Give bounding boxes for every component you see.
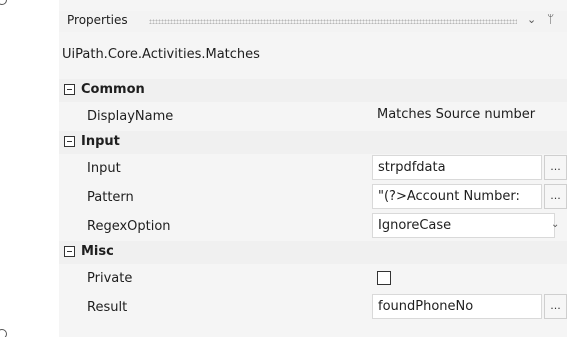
category-misc[interactable]: Misc xyxy=(59,241,567,264)
collapse-icon[interactable] xyxy=(64,246,75,257)
category-input[interactable]: Input xyxy=(59,131,567,154)
corner-handle-top xyxy=(0,0,7,5)
property-row-private: Private xyxy=(59,264,567,293)
pin-icon[interactable]: ᛘ xyxy=(547,12,554,26)
property-label: Input xyxy=(87,161,121,176)
category-name: Input xyxy=(81,134,120,149)
property-label: Pattern xyxy=(87,190,134,205)
category-name: Misc xyxy=(81,244,114,259)
property-label: RegexOption xyxy=(87,219,171,234)
property-row-result: Result foundPhoneNo ... xyxy=(59,293,567,322)
input-field[interactable]: strpdfdata xyxy=(372,155,542,180)
panel-titlebar[interactable]: Properties ⌄ ᛘ xyxy=(59,11,567,32)
properties-panel: Properties ⌄ ᛘ UiPath.Core.Activities.Ma… xyxy=(59,0,567,337)
input-expression-button[interactable]: ... xyxy=(544,155,567,180)
pattern-field[interactable]: "(?>Account Number: xyxy=(372,184,542,209)
properties-window: Properties ⌄ ᛘ UiPath.Core.Activities.Ma… xyxy=(0,0,567,337)
regexoption-select[interactable]: IgnoreCase xyxy=(372,213,555,238)
property-grid: Common DisplayName Matches Source number… xyxy=(59,79,567,322)
collapse-icon[interactable] xyxy=(64,136,75,147)
chevron-down-icon[interactable]: ⌄ xyxy=(551,219,559,230)
result-field[interactable]: foundPhoneNo xyxy=(372,294,542,319)
result-expression-button[interactable]: ... xyxy=(544,294,567,319)
property-row-input: Input strpdfdata ... xyxy=(59,154,567,183)
panel-title: Properties xyxy=(67,13,128,27)
property-row-pattern: Pattern "(?>Account Number: ... xyxy=(59,183,567,212)
property-label: Result xyxy=(87,300,128,315)
property-row-displayname: DisplayName Matches Source number xyxy=(59,102,567,131)
property-label: DisplayName xyxy=(87,109,174,124)
private-checkbox[interactable] xyxy=(377,271,391,285)
displayname-field[interactable]: Matches Source number xyxy=(372,103,567,128)
category-common[interactable]: Common xyxy=(59,79,567,102)
corner-handle-bottom xyxy=(0,329,7,337)
chevron-down-icon[interactable]: ⌄ xyxy=(527,13,536,26)
drag-grip[interactable] xyxy=(149,19,517,24)
property-row-regexoption: RegexOption IgnoreCase ⌄ xyxy=(59,212,567,241)
activity-type-label: UiPath.Core.Activities.Matches xyxy=(62,47,260,62)
category-name: Common xyxy=(81,82,145,97)
collapse-icon[interactable] xyxy=(64,84,75,95)
property-label: Private xyxy=(87,271,133,286)
pattern-expression-button[interactable]: ... xyxy=(544,184,567,209)
